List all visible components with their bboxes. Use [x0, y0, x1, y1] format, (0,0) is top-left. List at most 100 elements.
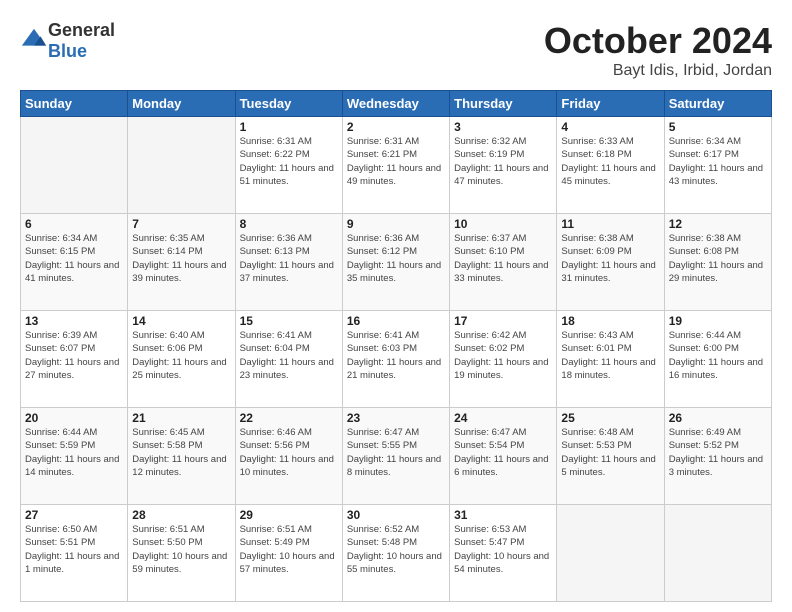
day-number: 14 — [132, 314, 230, 328]
day-number: 5 — [669, 120, 767, 134]
calendar-cell: 25Sunrise: 6:48 AM Sunset: 5:53 PM Dayli… — [557, 408, 664, 505]
day-number: 22 — [240, 411, 338, 425]
day-number: 17 — [454, 314, 552, 328]
day-info: Sunrise: 6:46 AM Sunset: 5:56 PM Dayligh… — [240, 426, 338, 479]
calendar-cell: 28Sunrise: 6:51 AM Sunset: 5:50 PM Dayli… — [128, 505, 235, 602]
day-number: 4 — [561, 120, 659, 134]
week-row-1: 1Sunrise: 6:31 AM Sunset: 6:22 PM Daylig… — [21, 117, 772, 214]
calendar-cell: 15Sunrise: 6:41 AM Sunset: 6:04 PM Dayli… — [235, 311, 342, 408]
day-info: Sunrise: 6:52 AM Sunset: 5:48 PM Dayligh… — [347, 523, 445, 576]
calendar-cell: 22Sunrise: 6:46 AM Sunset: 5:56 PM Dayli… — [235, 408, 342, 505]
day-info: Sunrise: 6:43 AM Sunset: 6:01 PM Dayligh… — [561, 329, 659, 382]
day-number: 31 — [454, 508, 552, 522]
week-row-2: 6Sunrise: 6:34 AM Sunset: 6:15 PM Daylig… — [21, 214, 772, 311]
day-info: Sunrise: 6:35 AM Sunset: 6:14 PM Dayligh… — [132, 232, 230, 285]
calendar-cell: 7Sunrise: 6:35 AM Sunset: 6:14 PM Daylig… — [128, 214, 235, 311]
calendar-cell: 12Sunrise: 6:38 AM Sunset: 6:08 PM Dayli… — [664, 214, 771, 311]
day-info: Sunrise: 6:34 AM Sunset: 6:17 PM Dayligh… — [669, 135, 767, 188]
day-info: Sunrise: 6:41 AM Sunset: 6:04 PM Dayligh… — [240, 329, 338, 382]
calendar-cell: 13Sunrise: 6:39 AM Sunset: 6:07 PM Dayli… — [21, 311, 128, 408]
day-number: 6 — [25, 217, 123, 231]
calendar-cell: 11Sunrise: 6:38 AM Sunset: 6:09 PM Dayli… — [557, 214, 664, 311]
calendar-cell: 14Sunrise: 6:40 AM Sunset: 6:06 PM Dayli… — [128, 311, 235, 408]
week-row-5: 27Sunrise: 6:50 AM Sunset: 5:51 PM Dayli… — [21, 505, 772, 602]
day-info: Sunrise: 6:41 AM Sunset: 6:03 PM Dayligh… — [347, 329, 445, 382]
day-number: 9 — [347, 217, 445, 231]
calendar-cell: 17Sunrise: 6:42 AM Sunset: 6:02 PM Dayli… — [450, 311, 557, 408]
day-info: Sunrise: 6:36 AM Sunset: 6:13 PM Dayligh… — [240, 232, 338, 285]
day-info: Sunrise: 6:38 AM Sunset: 6:08 PM Dayligh… — [669, 232, 767, 285]
calendar-cell: 27Sunrise: 6:50 AM Sunset: 5:51 PM Dayli… — [21, 505, 128, 602]
day-number: 30 — [347, 508, 445, 522]
day-info: Sunrise: 6:47 AM Sunset: 5:55 PM Dayligh… — [347, 426, 445, 479]
logo-icon — [20, 27, 48, 55]
day-info: Sunrise: 6:33 AM Sunset: 6:18 PM Dayligh… — [561, 135, 659, 188]
calendar-cell: 20Sunrise: 6:44 AM Sunset: 5:59 PM Dayli… — [21, 408, 128, 505]
calendar-cell: 16Sunrise: 6:41 AM Sunset: 6:03 PM Dayli… — [342, 311, 449, 408]
calendar-cell: 9Sunrise: 6:36 AM Sunset: 6:12 PM Daylig… — [342, 214, 449, 311]
week-row-3: 13Sunrise: 6:39 AM Sunset: 6:07 PM Dayli… — [21, 311, 772, 408]
calendar-cell: 10Sunrise: 6:37 AM Sunset: 6:10 PM Dayli… — [450, 214, 557, 311]
day-info: Sunrise: 6:51 AM Sunset: 5:49 PM Dayligh… — [240, 523, 338, 576]
logo-blue: Blue — [48, 41, 87, 61]
calendar-cell: 2Sunrise: 6:31 AM Sunset: 6:21 PM Daylig… — [342, 117, 449, 214]
header-saturday: Saturday — [664, 91, 771, 117]
day-number: 13 — [25, 314, 123, 328]
day-number: 16 — [347, 314, 445, 328]
day-info: Sunrise: 6:45 AM Sunset: 5:58 PM Dayligh… — [132, 426, 230, 479]
calendar-cell — [128, 117, 235, 214]
calendar-cell: 5Sunrise: 6:34 AM Sunset: 6:17 PM Daylig… — [664, 117, 771, 214]
title-block: October 2024 Bayt Idis, Irbid, Jordan — [544, 20, 772, 80]
calendar-cell: 1Sunrise: 6:31 AM Sunset: 6:22 PM Daylig… — [235, 117, 342, 214]
calendar-cell: 8Sunrise: 6:36 AM Sunset: 6:13 PM Daylig… — [235, 214, 342, 311]
day-info: Sunrise: 6:39 AM Sunset: 6:07 PM Dayligh… — [25, 329, 123, 382]
day-number: 15 — [240, 314, 338, 328]
calendar-cell: 21Sunrise: 6:45 AM Sunset: 5:58 PM Dayli… — [128, 408, 235, 505]
day-info: Sunrise: 6:53 AM Sunset: 5:47 PM Dayligh… — [454, 523, 552, 576]
calendar-cell: 3Sunrise: 6:32 AM Sunset: 6:19 PM Daylig… — [450, 117, 557, 214]
calendar-cell: 31Sunrise: 6:53 AM Sunset: 5:47 PM Dayli… — [450, 505, 557, 602]
day-number: 7 — [132, 217, 230, 231]
weekday-header-row: Sunday Monday Tuesday Wednesday Thursday… — [21, 91, 772, 117]
day-info: Sunrise: 6:50 AM Sunset: 5:51 PM Dayligh… — [25, 523, 123, 576]
day-number: 19 — [669, 314, 767, 328]
calendar-cell: 6Sunrise: 6:34 AM Sunset: 6:15 PM Daylig… — [21, 214, 128, 311]
day-number: 25 — [561, 411, 659, 425]
day-info: Sunrise: 6:47 AM Sunset: 5:54 PM Dayligh… — [454, 426, 552, 479]
page: General Blue October 2024 Bayt Idis, Irb… — [0, 0, 792, 612]
day-number: 3 — [454, 120, 552, 134]
day-info: Sunrise: 6:51 AM Sunset: 5:50 PM Dayligh… — [132, 523, 230, 576]
day-number: 8 — [240, 217, 338, 231]
header-wednesday: Wednesday — [342, 91, 449, 117]
day-number: 11 — [561, 217, 659, 231]
day-info: Sunrise: 6:31 AM Sunset: 6:21 PM Dayligh… — [347, 135, 445, 188]
calendar-cell: 19Sunrise: 6:44 AM Sunset: 6:00 PM Dayli… — [664, 311, 771, 408]
day-info: Sunrise: 6:31 AM Sunset: 6:22 PM Dayligh… — [240, 135, 338, 188]
calendar-cell — [557, 505, 664, 602]
calendar-cell: 26Sunrise: 6:49 AM Sunset: 5:52 PM Dayli… — [664, 408, 771, 505]
day-info: Sunrise: 6:44 AM Sunset: 6:00 PM Dayligh… — [669, 329, 767, 382]
day-info: Sunrise: 6:36 AM Sunset: 6:12 PM Dayligh… — [347, 232, 445, 285]
header-friday: Friday — [557, 91, 664, 117]
day-number: 2 — [347, 120, 445, 134]
calendar: Sunday Monday Tuesday Wednesday Thursday… — [20, 90, 772, 602]
calendar-cell: 30Sunrise: 6:52 AM Sunset: 5:48 PM Dayli… — [342, 505, 449, 602]
header-thursday: Thursday — [450, 91, 557, 117]
calendar-cell: 4Sunrise: 6:33 AM Sunset: 6:18 PM Daylig… — [557, 117, 664, 214]
day-info: Sunrise: 6:40 AM Sunset: 6:06 PM Dayligh… — [132, 329, 230, 382]
calendar-cell — [21, 117, 128, 214]
location: Bayt Idis, Irbid, Jordan — [544, 62, 772, 80]
header-tuesday: Tuesday — [235, 91, 342, 117]
day-number: 23 — [347, 411, 445, 425]
day-number: 28 — [132, 508, 230, 522]
day-info: Sunrise: 6:44 AM Sunset: 5:59 PM Dayligh… — [25, 426, 123, 479]
day-number: 24 — [454, 411, 552, 425]
calendar-cell: 29Sunrise: 6:51 AM Sunset: 5:49 PM Dayli… — [235, 505, 342, 602]
week-row-4: 20Sunrise: 6:44 AM Sunset: 5:59 PM Dayli… — [21, 408, 772, 505]
logo-general: General — [48, 20, 115, 40]
day-info: Sunrise: 6:48 AM Sunset: 5:53 PM Dayligh… — [561, 426, 659, 479]
day-info: Sunrise: 6:42 AM Sunset: 6:02 PM Dayligh… — [454, 329, 552, 382]
day-info: Sunrise: 6:37 AM Sunset: 6:10 PM Dayligh… — [454, 232, 552, 285]
month-title: October 2024 — [544, 20, 772, 62]
day-info: Sunrise: 6:34 AM Sunset: 6:15 PM Dayligh… — [25, 232, 123, 285]
